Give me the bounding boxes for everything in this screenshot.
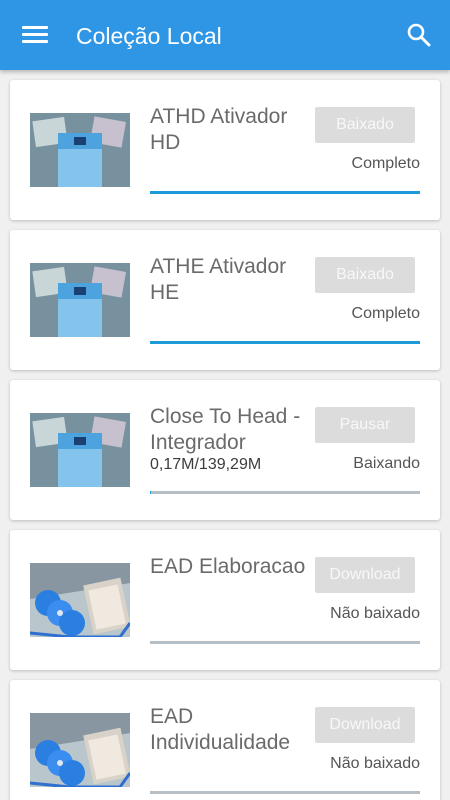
downloaded-button[interactable]: Baixado	[315, 107, 415, 143]
progress-bar	[150, 491, 420, 494]
list-item[interactable]: EAD Individualidade Download Não baixado	[10, 680, 440, 800]
item-status: Completo	[351, 305, 420, 322]
product-thumbnail	[30, 113, 130, 187]
product-thumbnail	[30, 413, 130, 487]
item-status: Não baixado	[330, 755, 420, 772]
downloaded-button[interactable]: Baixado	[315, 257, 415, 293]
item-size: 0,17M/139,29M	[150, 456, 262, 473]
list-item[interactable]: Close To Head - Integrador 0,17M/139,29M…	[10, 380, 440, 520]
product-thumbnail	[30, 563, 130, 637]
progress-fill	[150, 341, 420, 344]
list-item[interactable]: ATHE Ativador HE Baixado Completo	[10, 230, 440, 370]
item-name: ATHE Ativador HE	[150, 255, 287, 304]
collection-list: ATHD Ativador HD Baixado Completo ATHE A…	[0, 70, 450, 800]
progress-bar	[150, 641, 420, 644]
app-bar: Coleção Local	[0, 0, 450, 70]
page-title: Coleção Local	[76, 23, 222, 49]
item-status: Baixando	[353, 455, 420, 472]
download-button[interactable]: Download	[315, 707, 415, 743]
pause-button[interactable]: Pausar	[315, 407, 415, 443]
item-name: ATHD Ativador HD	[150, 105, 288, 154]
menu-icon[interactable]	[22, 26, 48, 44]
list-item[interactable]: EAD Elaboracao Download Não baixado	[10, 530, 440, 670]
download-button[interactable]: Download	[315, 557, 415, 593]
progress-bar	[150, 341, 420, 344]
progress-bar	[150, 791, 420, 794]
item-status: Completo	[351, 155, 420, 172]
product-thumbnail	[30, 263, 130, 337]
item-name: EAD Elaboracao	[150, 555, 306, 578]
search-icon[interactable]	[406, 22, 432, 48]
product-thumbnail	[30, 713, 130, 787]
progress-bar	[150, 191, 420, 194]
list-item[interactable]: ATHD Ativador HD Baixado Completo	[10, 80, 440, 220]
item-status: Não baixado	[330, 605, 420, 622]
item-name: Close To Head - Integrador	[150, 405, 301, 454]
item-name: EAD Individualidade	[150, 705, 291, 754]
progress-fill	[150, 191, 420, 194]
